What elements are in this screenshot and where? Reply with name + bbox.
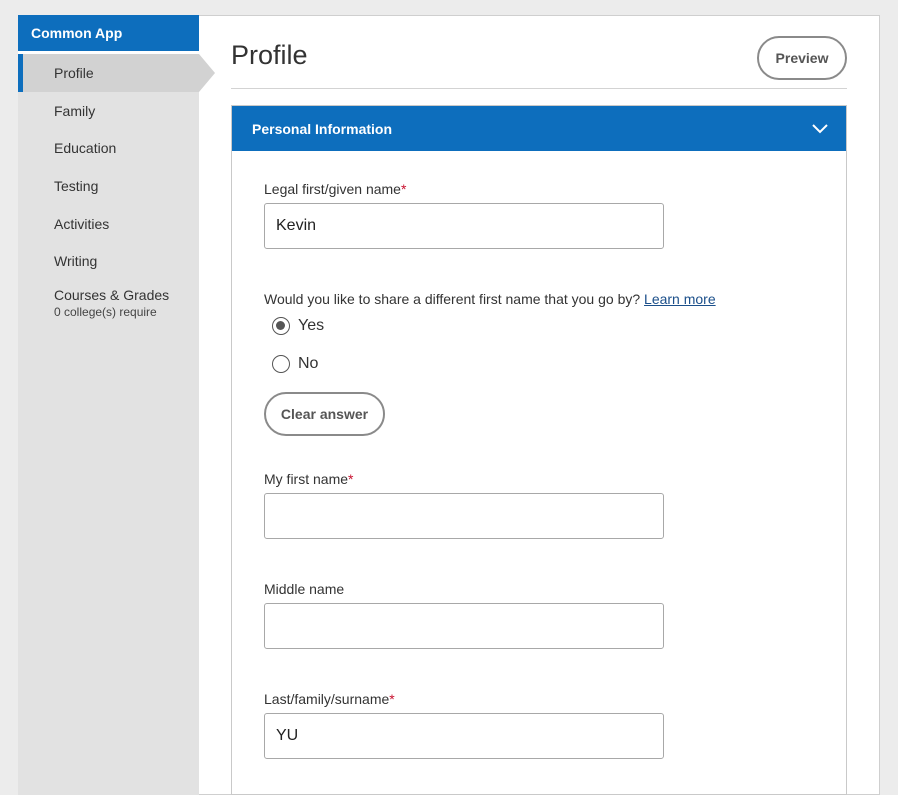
sidebar-item-label: Family <box>54 102 96 119</box>
sidebar-item-label: Activities <box>54 215 110 232</box>
sidebar-item-label: Education <box>54 140 117 157</box>
clear-answer-button[interactable]: Clear answer <box>264 392 385 436</box>
sidebar-item-profile[interactable]: Profile <box>18 54 215 92</box>
middle-name-label: Middle name <box>264 581 344 597</box>
learn-more-link[interactable]: Learn more <box>644 291 716 307</box>
sidebar-item-family[interactable]: Family <box>18 92 199 130</box>
radio-no[interactable]: No <box>272 355 318 373</box>
radio-unchecked-icon[interactable] <box>272 355 290 373</box>
section-title: Personal Information <box>252 120 393 137</box>
my-first-name-label: My first name* <box>264 471 353 487</box>
preview-button[interactable]: Preview <box>757 36 847 80</box>
sidebar-item-testing[interactable]: Testing <box>18 167 199 205</box>
radio-yes[interactable]: Yes <box>272 317 324 335</box>
radio-label: No <box>298 355 319 372</box>
question-text: Would you like to share a different firs… <box>264 291 641 307</box>
required-mark: * <box>348 471 354 487</box>
sidebar-item-label: Courses & Grades <box>54 287 170 304</box>
sidebar-item-label: Testing <box>54 177 99 194</box>
page-title: Profile <box>231 40 308 70</box>
label-text: My first name <box>264 471 349 487</box>
sidebar-item-label: Writing <box>54 253 98 270</box>
app-name: Common App <box>18 15 199 54</box>
personal-information-section: Personal Information Legal first/given n… <box>231 105 847 795</box>
my-first-name-input[interactable] <box>264 493 664 539</box>
title-divider <box>231 88 847 89</box>
radio-checked-icon[interactable] <box>272 317 290 335</box>
sidebar-item-education[interactable]: Education <box>18 129 199 167</box>
sidebar: Common App Profile Family Education Test… <box>18 15 215 795</box>
label-text: Legal first/given name <box>264 181 401 197</box>
different-name-question: Would you like to share a different firs… <box>264 291 716 307</box>
radio-label: Yes <box>298 317 325 334</box>
required-mark: * <box>389 691 395 707</box>
sidebar-item-activities[interactable]: Activities <box>18 205 199 243</box>
sidebar-item-label: Profile <box>54 64 94 81</box>
chevron-down-icon[interactable] <box>812 123 828 134</box>
sidebar-item-courses-grades[interactable]: Courses & Grades 0 college(s) require <box>18 280 199 326</box>
last-name-input[interactable] <box>264 713 664 759</box>
section-header[interactable]: Personal Information <box>232 106 846 151</box>
middle-name-input[interactable] <box>264 603 664 649</box>
legal-first-name-label: Legal first/given name* <box>264 181 406 197</box>
sidebar-item-sublabel: 0 college(s) require <box>54 305 157 320</box>
last-name-label: Last/family/surname* <box>264 691 395 707</box>
label-text: Last/family/surname <box>264 691 390 707</box>
required-mark: * <box>400 181 407 197</box>
label-text: Middle name <box>264 581 345 597</box>
legal-first-name-input[interactable] <box>264 203 664 249</box>
sidebar-item-writing[interactable]: Writing <box>18 242 199 280</box>
